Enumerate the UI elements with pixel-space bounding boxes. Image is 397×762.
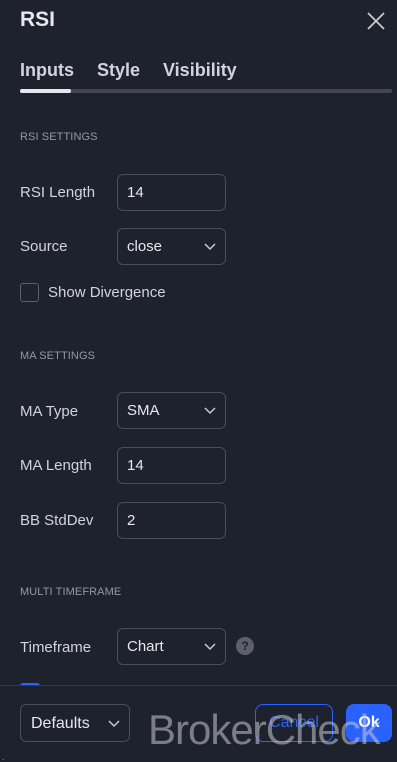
- tab-inputs[interactable]: Inputs: [20, 60, 74, 81]
- source-value: close: [127, 238, 163, 255]
- section-rsi-settings: RSI SETTINGS: [20, 131, 98, 143]
- ma-length-label: MA Length: [20, 457, 92, 474]
- timeframe-value: Chart: [127, 638, 164, 655]
- ok-button[interactable]: Ok: [346, 704, 392, 742]
- ma-length-input[interactable]: 14: [117, 447, 226, 484]
- show-divergence-label[interactable]: Show Divergence: [48, 284, 166, 301]
- ma-length-value: 14: [127, 457, 144, 474]
- corner-mark: .: [2, 752, 5, 762]
- defaults-dropdown[interactable]: Defaults: [20, 704, 130, 742]
- rsi-length-value: 14: [127, 184, 144, 201]
- tab-track: [20, 89, 392, 93]
- timeframe-select[interactable]: Chart: [117, 628, 226, 665]
- tab-visibility[interactable]: Visibility: [163, 60, 237, 81]
- chevron-down-icon: [108, 720, 120, 728]
- section-multi-timeframe: MULTI TIMEFRAME: [20, 586, 122, 598]
- help-icon[interactable]: ?: [236, 637, 254, 655]
- rsi-length-label: RSI Length: [20, 184, 96, 201]
- rsi-length-input[interactable]: 14: [117, 174, 226, 211]
- ma-type-label: MA Type: [20, 403, 79, 420]
- bb-stddev-value: 2: [127, 512, 136, 529]
- timeframe-label: Timeframe: [20, 639, 92, 656]
- source-label: Source: [20, 238, 68, 255]
- show-divergence-checkbox[interactable]: [20, 283, 39, 302]
- dialog-footer: Defaults Cancel Ok: [0, 685, 397, 761]
- tab-active-indicator: [20, 89, 71, 93]
- chevron-down-icon: [204, 407, 216, 415]
- defaults-label: Defaults: [31, 715, 90, 732]
- chevron-down-icon: [204, 243, 216, 251]
- chevron-down-icon: [204, 643, 216, 651]
- ma-type-value: SMA: [127, 402, 160, 419]
- dialog-title: RSI: [20, 8, 56, 31]
- tab-style[interactable]: Style: [97, 60, 140, 81]
- ma-type-select[interactable]: SMA: [117, 392, 226, 429]
- close-icon[interactable]: [364, 9, 388, 33]
- cancel-button[interactable]: Cancel: [255, 704, 333, 742]
- section-ma-settings: MA SETTINGS: [20, 350, 96, 362]
- bb-stddev-label: BB StdDev: [20, 512, 94, 529]
- source-select[interactable]: close: [117, 228, 226, 265]
- bb-stddev-input[interactable]: 2: [117, 502, 226, 539]
